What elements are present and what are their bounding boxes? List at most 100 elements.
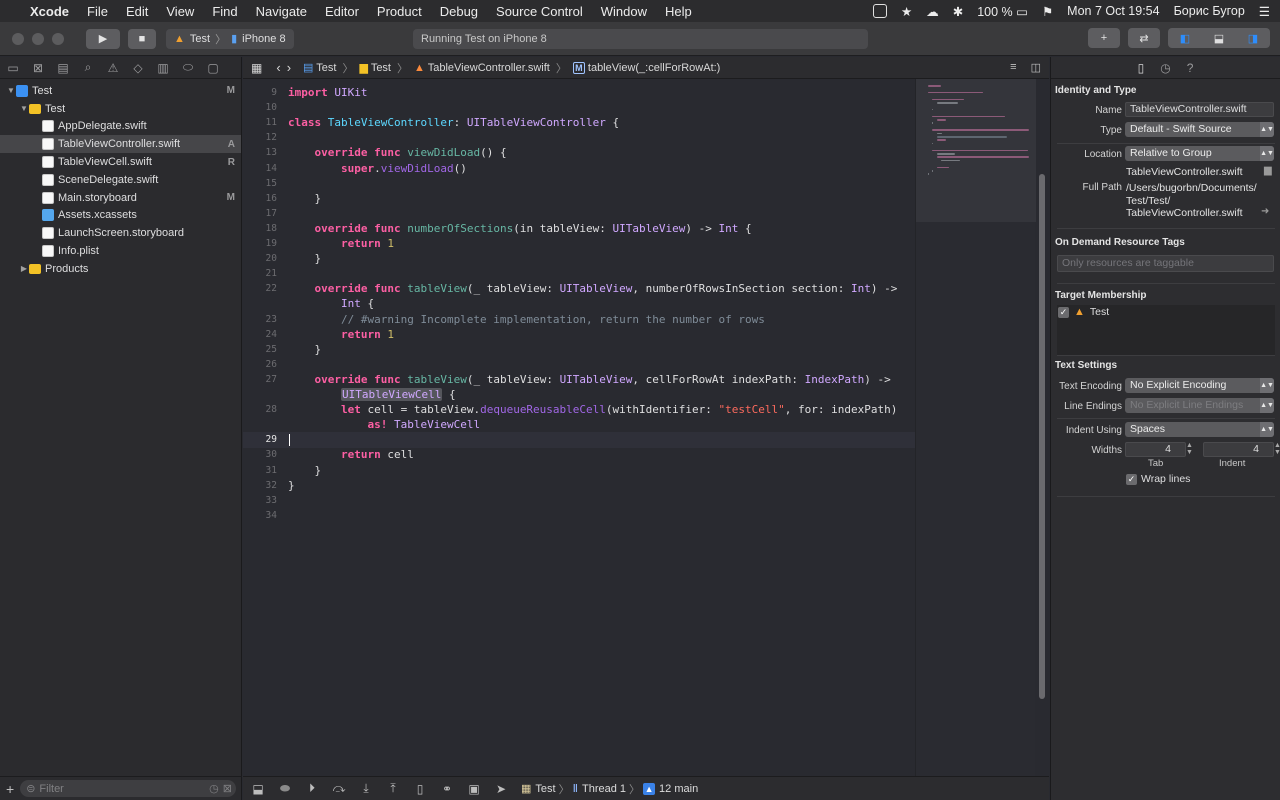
code-line[interactable]: UITableViewCell { — [288, 388, 456, 401]
code-line[interactable]: return 1 — [288, 237, 394, 250]
disclosure-triangle-icon[interactable]: ▼ — [6, 86, 16, 95]
toggle-inspector-button[interactable]: ◨ — [1236, 28, 1270, 48]
disclosure-triangle-icon[interactable]: ▶ — [19, 264, 29, 273]
menu-file[interactable]: File — [87, 4, 108, 19]
location-popup[interactable]: Relative to Group ▲▼ — [1125, 146, 1274, 161]
code-line[interactable]: override func tableView(_ tableView: UIT… — [288, 282, 898, 295]
code-line[interactable]: class TableViewController: UITableViewCo… — [288, 116, 619, 129]
debug-process-crumb[interactable]: ▦ Test — [521, 782, 556, 796]
stop-button[interactable]: ■ — [128, 28, 156, 49]
file-tree-row[interactable]: ▶ Products — [0, 260, 241, 278]
file-tree-row[interactable]: LaunchScreen.storyboard — [0, 224, 241, 242]
code-line[interactable]: Int { — [288, 297, 374, 310]
code-line[interactable]: } — [288, 479, 295, 492]
recent-files-icon[interactable]: ◷ — [209, 782, 219, 795]
line-number-gutter[interactable]: 9 10 11 12 13 14 15 16 17 18 19 20 21 22 23 24 25 26 27 28 2… — [243, 79, 281, 776]
step-out-icon[interactable]: ⤒ — [386, 781, 400, 796]
minimap[interactable] — [915, 79, 1036, 776]
code-line[interactable]: } — [288, 343, 321, 356]
line-endings-popup[interactable]: No Explicit Line Endings ▲▼ — [1125, 398, 1274, 413]
menu-debug[interactable]: Debug — [440, 4, 478, 19]
user-menu[interactable]: Борис Бугор — [1174, 4, 1245, 18]
simulate-location-icon[interactable]: ➤ — [494, 782, 508, 796]
file-tree-row[interactable]: Assets.xcassets — [0, 207, 241, 225]
source-control-tab-icon[interactable]: ⊠ — [31, 61, 45, 75]
menu-editor[interactable]: Editor — [325, 4, 359, 19]
odr-tags-field[interactable]: Only resources are taggable — [1057, 255, 1274, 272]
menu-window[interactable]: Window — [601, 4, 647, 19]
code-line[interactable]: return 1 — [288, 328, 394, 341]
indent-using-popup[interactable]: Spaces ▲▼ — [1125, 422, 1274, 437]
folder-icon[interactable]: ▆ — [1264, 165, 1272, 176]
quick-help-tab-icon[interactable]: ? — [1187, 61, 1194, 75]
menu-product[interactable]: Product — [377, 4, 422, 19]
add-file-icon[interactable]: + — [6, 781, 14, 797]
menu-help[interactable]: Help — [665, 4, 692, 19]
code-line[interactable]: } — [288, 252, 321, 265]
issue-tab-icon[interactable]: ⚠ — [106, 61, 120, 75]
debug-tab-icon[interactable]: ▥ — [156, 61, 170, 75]
filter-input[interactable]: ⊜ Filter ◷ ⊠ — [20, 780, 236, 797]
wrap-lines-row[interactable]: ✓ Wrap lines — [1126, 473, 1190, 485]
code-area[interactable]: import UIKit class TableViewController: U… — [288, 79, 918, 776]
environment-overrides-icon[interactable]: ▣ — [467, 782, 481, 796]
find-tab-icon[interactable]: ⌕ — [81, 60, 95, 75]
code-line[interactable]: } — [288, 464, 321, 477]
file-tree-row[interactable]: Main.storyboard M — [0, 189, 241, 207]
toggle-debug-area-icon[interactable]: ⬓ — [251, 782, 265, 796]
file-tree-row[interactable]: ▼ Test — [0, 100, 241, 118]
wrap-lines-checkbox[interactable]: ✓ — [1126, 473, 1137, 485]
code-line[interactable]: as! TableViewCell — [288, 418, 480, 431]
name-field[interactable]: TableViewController.swift — [1125, 102, 1274, 117]
code-line[interactable]: override func numberOfSections(in tableV… — [288, 222, 752, 235]
flag-icon[interactable]: ⚑ — [1042, 4, 1053, 19]
scm-filter-icon[interactable]: ⊠ — [223, 782, 232, 795]
file-inspector-tab-icon[interactable]: ▯ — [1138, 61, 1145, 75]
file-tree-row[interactable]: TableViewCell.swift R — [0, 153, 241, 171]
indent-width-field[interactable]: 4 — [1203, 442, 1274, 457]
jump-crumb-group[interactable]: ▆ Test — [359, 61, 391, 74]
file-tree-row[interactable]: SceneDelegate.swift — [0, 171, 241, 189]
code-line[interactable]: override func tableView(_ tableView: UIT… — [288, 373, 891, 386]
step-over-icon[interactable]: ⤼ — [332, 781, 346, 796]
tab-width-stepper-icon[interactable]: ▲ ▼ — [1186, 442, 1193, 456]
code-line[interactable]: let cell = tableView.dequeueReusableCell… — [288, 403, 897, 416]
memory-graph-icon[interactable]: ⚭ — [440, 782, 454, 796]
app-menu[interactable]: Xcode — [30, 4, 69, 19]
file-tree-row[interactable]: Info.plist — [0, 242, 241, 260]
jump-crumb-project[interactable]: ▤ Test — [303, 61, 336, 74]
test-tab-icon[interactable]: ◇ — [131, 61, 145, 75]
source-editor[interactable]: 9 10 11 12 13 14 15 16 17 18 19 20 21 22 23 24 25 26 27 28 2… — [243, 79, 1049, 776]
code-line[interactable]: } — [288, 192, 321, 205]
debug-thread-crumb[interactable]: Ⅱ Thread 1 — [573, 782, 626, 796]
close-window-button[interactable] — [12, 32, 24, 45]
run-button[interactable]: ▶ — [86, 28, 120, 49]
encoding-popup[interactable]: No Explicit Encoding ▲▼ — [1125, 378, 1274, 393]
continue-icon[interactable]: ⏵ — [305, 781, 319, 796]
vertical-scrollbar[interactable] — [1039, 174, 1045, 699]
jump-crumb-method[interactable]: M tableView(_:cellForRowAt:) — [572, 61, 720, 74]
symbol-tab-icon[interactable]: ▤ — [56, 61, 70, 75]
minimize-window-button[interactable] — [32, 32, 44, 45]
reveal-in-finder-icon[interactable]: ➜ — [1261, 206, 1269, 217]
code-line[interactable]: return cell — [288, 448, 414, 461]
file-tree-row[interactable]: TableViewController.swift A — [0, 135, 241, 154]
shield-icon[interactable] — [873, 4, 887, 18]
editor-options-icon[interactable]: ≡ — [1010, 61, 1016, 74]
bluetooth-icon[interactable]: ✱ — [953, 4, 963, 19]
tab-width-field[interactable]: 4 — [1125, 442, 1186, 457]
indent-width-stepper-icon[interactable]: ▲ ▼ — [1274, 442, 1280, 456]
file-tree-row[interactable]: ▼ Test M — [0, 82, 241, 100]
code-line[interactable]: import UIKit — [288, 86, 368, 99]
clock[interactable]: Mon 7 Oct 19:54 — [1067, 4, 1159, 18]
add-editor-icon[interactable]: ◫ — [1031, 61, 1041, 74]
menu-source-control[interactable]: Source Control — [496, 4, 583, 19]
zoom-window-button[interactable] — [52, 32, 64, 45]
menu-navigate[interactable]: Navigate — [256, 4, 307, 19]
library-button[interactable]: + — [1088, 28, 1120, 48]
battery-status[interactable]: 100 % ▭ — [977, 4, 1028, 19]
toggle-debug-area-button[interactable]: ⬓ — [1202, 28, 1236, 48]
code-line[interactable]: override func viewDidLoad() { — [288, 146, 507, 159]
forward-button[interactable]: › — [287, 60, 291, 75]
menu-edit[interactable]: Edit — [126, 4, 148, 19]
